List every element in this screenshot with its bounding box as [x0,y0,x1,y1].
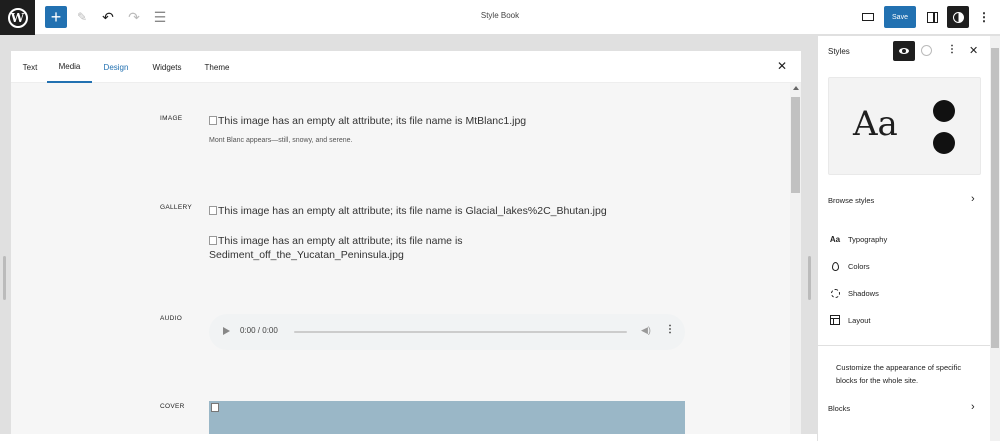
tab-theme[interactable]: Theme [198,51,236,83]
style-preview-card[interactable]: Aa [828,77,981,175]
sidebar-toggle-icon [926,11,938,23]
section-label-image: IMAGE [160,115,183,122]
broken-image-icon [209,236,217,245]
settings-button[interactable] [921,6,943,28]
gallery-image-2[interactable]: This image has an empty alt attribute; i… [209,234,463,262]
scroll-up-icon[interactable] [793,86,799,90]
broken-image-icon [209,116,217,125]
styles-sidebar: Styles ⋮ ✕ Aa Browse styles › Aa Typogra… [817,36,1000,441]
style-book-tabs: Text Media Design Widgets Theme ✕ [11,51,801,83]
gallery-alt-text-1: This image has an empty alt attribute; i… [218,205,607,217]
gallery-image-1[interactable]: This image has an empty alt attribute; i… [209,204,607,218]
menu-item-colors[interactable]: Colors [828,259,870,273]
tab-design[interactable]: Design [97,51,135,83]
tab-text[interactable]: Text [15,51,45,83]
style-book-toggle-button[interactable] [893,41,915,61]
menu-item-shadows[interactable]: Shadows [828,286,879,300]
sidebar-scrollbar[interactable] [990,36,1000,441]
droplet-icon [828,261,842,271]
styles-button[interactable] [947,6,969,28]
kebab-icon: ⋮ [978,10,990,24]
menu-item-typography[interactable]: Aa Typography [828,232,887,246]
volume-icon[interactable]: ◀) [641,325,651,336]
revisions-icon[interactable] [921,45,932,56]
sidebar-scrollbar-thumb[interactable] [991,48,999,348]
close-icon: ✕ [777,59,788,73]
menu-item-layout[interactable]: Layout [828,313,871,327]
scrollbar-thumb[interactable] [791,97,800,193]
section-label-gallery: GALLERY [160,204,192,211]
image-block[interactable]: This image has an empty alt attribute; i… [209,114,526,128]
tab-media[interactable]: Media [47,51,92,83]
chevron-right-icon: › [971,193,975,205]
desktop-icon [862,13,874,21]
close-style-book-button[interactable]: ✕ [777,59,787,73]
editor-canvas: Text Media Design Widgets Theme ✕ IMAGE … [0,36,817,441]
gallery-alt-text-2: This image has an empty alt attribute; i… [218,235,463,247]
resize-handle-left[interactable] [3,256,6,300]
audio-progress-bar[interactable] [294,331,627,333]
broken-image-icon [211,403,219,412]
blocks-description: Customize the appearance of specific blo… [836,363,962,385]
preview-button[interactable] [857,6,879,28]
resize-handle-right[interactable] [808,256,811,300]
menu-item-label: Layout [848,315,871,325]
style-book-scrollbar[interactable] [790,83,801,441]
menu-item-label: Colors [848,261,870,271]
sidebar-close-icon[interactable]: ✕ [969,44,978,57]
eye-icon [899,48,909,54]
document-title[interactable]: Style Book [0,11,1000,20]
audio-options-icon[interactable]: ⋮ [665,324,675,335]
chevron-right-icon: › [971,401,975,413]
sidebar-divider [818,345,1000,346]
editor-topbar: W + ✎ ↶ ↷ ☰ Style Book Save ⋮ [0,0,1000,35]
layout-icon [828,315,842,325]
audio-player: 0:00 / 0:00 ◀) ⋮ [209,314,685,350]
gallery-alt-text-2-cont: Sediment_off_the_Yucatan_Peninsula.jpg [209,249,404,261]
status-bar [0,434,817,441]
audio-time: 0:00 / 0:00 [240,326,278,335]
save-button[interactable]: Save [884,6,916,28]
browse-styles-label: Browse styles [828,196,875,205]
image-alt-text: This image has an empty alt attribute; i… [218,115,527,127]
style-book-frame: Text Media Design Widgets Theme ✕ IMAGE … [11,51,801,441]
browse-styles-button[interactable]: Browse styles › [828,193,978,205]
menu-item-label: Typography [848,234,888,244]
style-preview-text: Aa [853,104,898,144]
broken-image-icon [209,206,217,215]
section-label-cover: COVER [160,403,185,410]
blocks-label: Blocks [828,404,851,413]
image-caption: Mont Blanc appears—still, snowy, and ser… [209,137,353,144]
style-preview-dot-bottom [933,132,955,154]
style-preview-dot-top [933,100,955,122]
section-label-audio: AUDIO [160,315,183,322]
menu-item-label: Shadows [848,288,879,298]
contrast-icon [952,11,964,23]
sidebar-header: Styles ⋮ ✕ [818,36,1000,66]
play-icon[interactable] [223,327,230,335]
tab-widgets[interactable]: Widgets [145,51,189,83]
sidebar-title: Styles [828,47,850,56]
options-button[interactable]: ⋮ [973,6,995,28]
sidebar-more-icon[interactable]: ⋮ [947,44,957,55]
blocks-button[interactable]: Blocks › [828,401,978,413]
typography-icon: Aa [829,234,841,244]
shadow-icon [828,288,842,298]
